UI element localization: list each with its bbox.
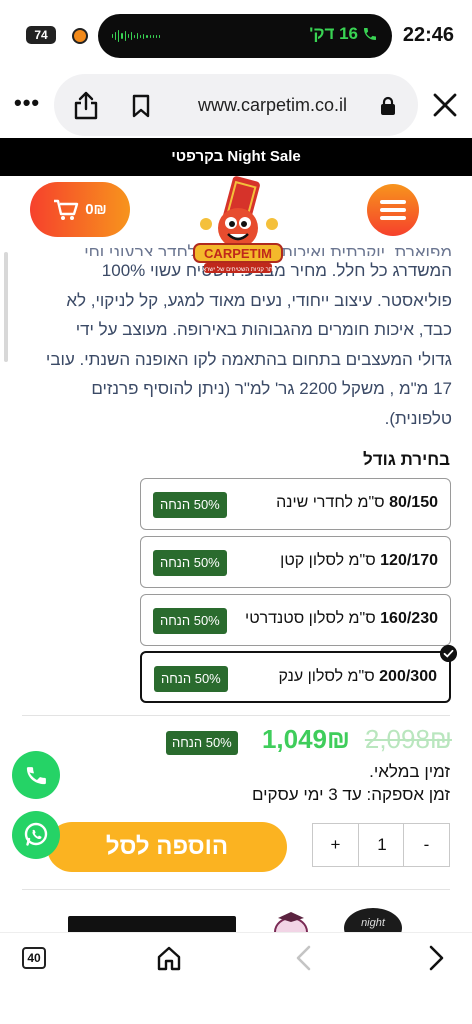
- size-option-label: 160/230 ס"מ לסלון סטנדרטי: [245, 610, 438, 627]
- brand-logo[interactable]: [68, 916, 236, 932]
- size-option-label: 200/300 ס"מ לסלון ענק: [278, 668, 437, 685]
- audio-wave-icon: [112, 29, 160, 43]
- phone-call-icon: [364, 28, 376, 40]
- discount-badge: 50% הנחה: [153, 608, 227, 634]
- quantity-decrease-button[interactable]: -: [403, 824, 449, 866]
- quantity-input[interactable]: 1: [359, 824, 405, 866]
- quantity-stepper: - 1 +: [312, 823, 450, 867]
- close-icon[interactable]: [432, 92, 458, 118]
- availability-text: זמין במלאי.: [369, 762, 450, 781]
- logo-tagline: אתר קניות השטיחים של ישראל: [199, 265, 277, 273]
- size-selection-title: בחירת גודל: [362, 450, 450, 469]
- recording-dot-icon: [74, 30, 86, 42]
- discount-badge: 50% הנחה: [153, 550, 227, 576]
- scrollbar-thumb[interactable]: [4, 252, 8, 362]
- announcement-bar: Night Sale בקרפטי: [0, 138, 472, 176]
- description-line: כבד, איכות חומרים מהגבוהות באירופה. מעוצ…: [75, 320, 452, 339]
- brand-logos-strip: night: [0, 900, 472, 932]
- description-line: גדולי המעצבים בתחום בהתאמה לקו האופנה הש…: [45, 349, 452, 369]
- hamburger-menu-button[interactable]: [367, 184, 419, 236]
- delivery-time-text: זמן אספקה: עד 3 ימי עסקים: [251, 785, 450, 804]
- selected-check-icon: [440, 645, 457, 662]
- cart-button[interactable]: 0₪: [30, 182, 130, 237]
- forward-arrow-icon[interactable]: [428, 945, 446, 971]
- size-option-120-170[interactable]: 120/170 ס"מ לסלון קטן 50% הנחה: [140, 536, 451, 588]
- clock: 22:46: [402, 24, 454, 46]
- add-to-cart-button[interactable]: הוספה לסל: [47, 822, 287, 872]
- url-text: www.carpetim.co.il: [198, 95, 348, 115]
- home-icon[interactable]: [156, 945, 182, 971]
- discount-badge: 50% הנחה: [154, 666, 228, 692]
- discount-badge: 50% הנחה: [166, 731, 238, 755]
- brand-logo[interactable]: night: [344, 908, 402, 932]
- discount-badge: 50% הנחה: [153, 492, 227, 518]
- size-option-160-230[interactable]: 160/230 ס"מ לסלון סטנדרטי 50% הנחה: [140, 594, 451, 646]
- dynamic-island[interactable]: 16 דק': [98, 14, 392, 58]
- cart-total: 0₪: [85, 201, 107, 218]
- sale-price: 1,049₪: [261, 724, 350, 754]
- carpetim-logo[interactable]: CARPETIM אתר קניות השטיחים של ישראל: [188, 176, 288, 278]
- phone-icon: [26, 767, 46, 785]
- divider: [22, 889, 450, 890]
- browser-bottom-bar: 40: [0, 932, 472, 1024]
- cart-icon: [54, 199, 79, 220]
- more-options-button[interactable]: •••: [14, 90, 40, 116]
- browser-toolbar: ••• www.carpetim.co.il: [0, 72, 472, 138]
- size-option-label: 120/170 ס"מ לסלון קטן: [280, 552, 438, 569]
- bookmark-icon[interactable]: [130, 94, 152, 118]
- logo-wordmark: CARPETIM: [204, 246, 272, 261]
- quantity-increase-button[interactable]: +: [313, 824, 359, 866]
- battery-indicator: 74: [26, 26, 56, 44]
- size-option-80-150[interactable]: 80/150 ס"מ לחדרי שינה 50% הנחה: [140, 478, 451, 530]
- back-arrow-icon[interactable]: [294, 945, 312, 971]
- price-row: 2,098₪ 1,049₪ 50% הנחה: [166, 724, 452, 760]
- phone-call-button[interactable]: [12, 751, 60, 799]
- address-bar[interactable]: www.carpetim.co.il: [54, 74, 418, 136]
- whatsapp-icon: [24, 822, 48, 846]
- share-icon[interactable]: [72, 90, 100, 120]
- tabs-button[interactable]: 40: [22, 947, 46, 969]
- whatsapp-button[interactable]: [12, 811, 60, 859]
- description-line: פוליאסטר. עיצוב ייחודי, נעים מאוד למגע, …: [66, 290, 452, 310]
- original-price: 2,098₪: [364, 724, 452, 754]
- status-bar: 74 16 דק' 22:46: [0, 0, 472, 72]
- call-indicator: 16 דק': [309, 24, 378, 44]
- call-duration: 16 דק': [309, 24, 358, 43]
- divider: [22, 715, 450, 716]
- brand-logo[interactable]: [268, 908, 314, 932]
- size-option-200-300[interactable]: 200/300 ס"מ לסלון ענק 50% הנחה: [140, 645, 457, 703]
- description-line: 17 מ"מ , משקל 2200 גר' למ"ר (ניתן להוסיף…: [91, 379, 452, 398]
- size-option-label: 80/150 ס"מ לחדרי שינה: [276, 494, 438, 511]
- lock-icon: [381, 96, 395, 115]
- description-line: טלפונית).: [384, 408, 452, 428]
